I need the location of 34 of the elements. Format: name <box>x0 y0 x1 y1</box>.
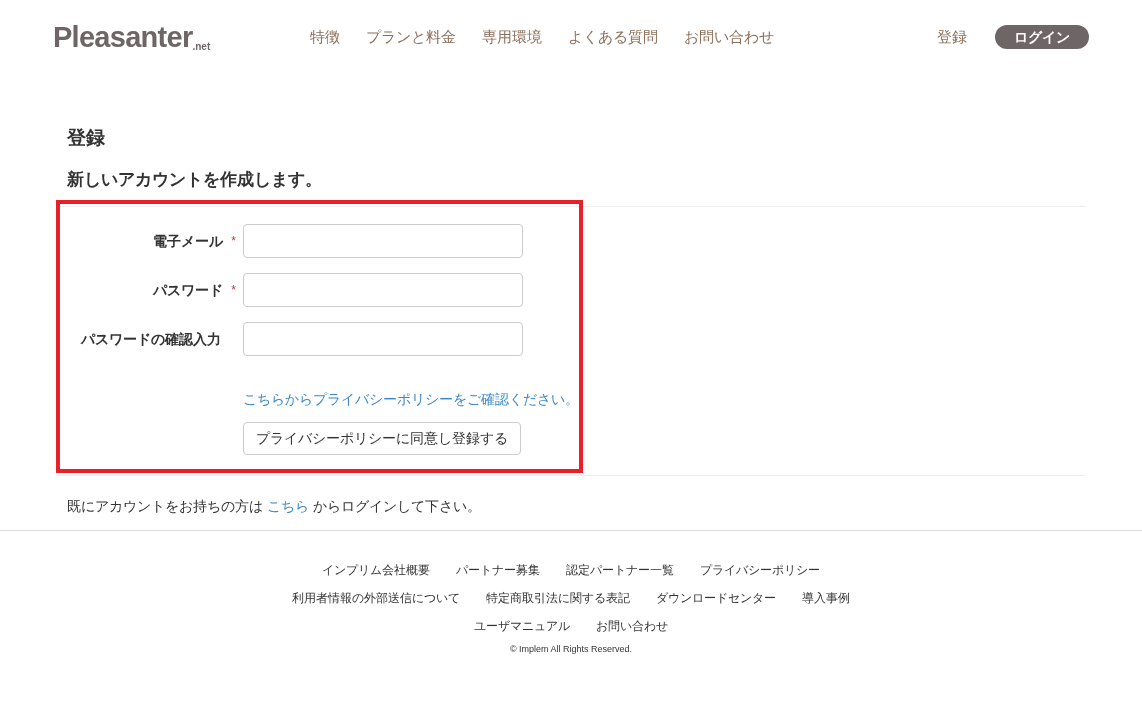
privacy-link[interactable]: こちらからプライバシーポリシーをご確認ください。 <box>243 391 579 407</box>
footer-link[interactable]: 利用者情報の外部送信について <box>292 589 460 607</box>
field-label: パスワード <box>153 280 224 300</box>
field-label: パスワードの確認入力 <box>81 329 221 349</box>
nav-link[interactable]: 専用環境 <box>482 25 542 49</box>
login-link[interactable]: こちら <box>266 498 309 514</box>
text-field[interactable] <box>243 273 523 307</box>
logo-suffix: .net <box>192 41 211 52</box>
footer-link[interactable]: ユーザマニュアル <box>474 617 570 635</box>
page-title: 登録 <box>66 126 106 150</box>
footer-link[interactable]: 特定商取引法に関する表記 <box>486 589 630 607</box>
footer-link[interactable]: パートナー募集 <box>456 561 540 579</box>
nav-link[interactable]: 特徴 <box>310 25 340 49</box>
login-button[interactable]: ログイン <box>995 25 1089 49</box>
footer-link[interactable]: お問い合わせ <box>596 617 668 635</box>
nav-link[interactable]: プランと料金 <box>366 25 456 49</box>
nav-link[interactable]: よくある質問 <box>568 25 658 49</box>
text-field[interactable] <box>243 322 523 356</box>
text-field[interactable] <box>243 224 523 258</box>
footer-link[interactable]: プライバシーポリシー <box>700 561 820 579</box>
footer-link[interactable]: インプリム会社概要 <box>322 561 430 579</box>
footer-link[interactable]: ダウンロードセンター <box>656 589 776 607</box>
field-label: 電子メール <box>153 231 224 251</box>
footer-link[interactable]: 認定パートナー一覧 <box>566 561 674 579</box>
register-button[interactable]: プライバシーポリシーに同意し登録する <box>243 422 521 455</box>
login-prompt: 既にアカウントをお持ちの方は こちら からログインして下さい。 <box>67 498 481 514</box>
required-mark: * <box>231 233 236 250</box>
required-mark: * <box>231 282 236 299</box>
footer-link[interactable]: 導入事例 <box>802 589 850 607</box>
register-link[interactable]: 登録 <box>937 25 967 49</box>
logo[interactable]: Pleasanter <box>53 22 193 52</box>
page-subtitle: 新しいアカウントを作成します。 <box>66 168 323 191</box>
copyright: © Implem All Rights Reserved. <box>509 643 633 656</box>
nav-link[interactable]: お問い合わせ <box>684 25 774 49</box>
